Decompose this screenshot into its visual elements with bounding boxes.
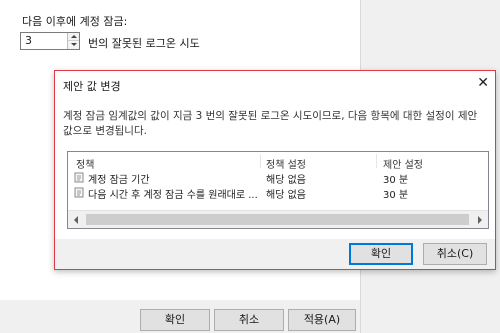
policy-setting: 해당 없음 — [266, 175, 306, 186]
suggested-setting: 30 분 — [383, 190, 409, 201]
lockout-threshold-stepper[interactable]: 3 — [20, 32, 80, 50]
scroll-right-icon[interactable] — [471, 211, 488, 228]
lockout-threshold-label: 다음 이후에 계정 잠금: — [22, 15, 128, 28]
dialog-ok-button[interactable]: 확인 — [349, 243, 413, 265]
ok-button[interactable]: 확인 — [140, 309, 210, 331]
policy-name: 계정 잠금 기간 — [88, 175, 150, 186]
list-item[interactable]: 계정 잠금 기간 해당 없음 30 분 — [68, 171, 488, 186]
list-item[interactable]: 다음 시간 후 계정 잠금 수를 원래대로 ... 해당 없음 30 분 — [68, 186, 488, 201]
column-divider[interactable] — [376, 154, 377, 168]
cancel-button[interactable]: 취소 — [214, 309, 284, 331]
stepper-suffix-label: 번의 잘못된 로그온 시도 — [88, 37, 200, 50]
dialog-body: 계정 잠금 임계값의 값이 지금 3 번의 잘못된 로그온 시도이므로, 다음 … — [55, 97, 495, 239]
policy-icon — [74, 172, 84, 183]
dialog-button-bar: 확인 취소(C) — [55, 239, 495, 269]
policy-list[interactable]: 정책 정책 설정 제안 설정 계정 잠금 기간 해당 없음 30 분 다음 시간… — [67, 151, 489, 229]
policy-name: 다음 시간 후 계정 잠금 수를 원래대로 ... — [88, 190, 258, 201]
spin-up-icon[interactable] — [68, 33, 79, 41]
dialog-title: 제안 값 변경 — [63, 80, 121, 93]
close-icon[interactable]: ✕ — [477, 75, 489, 91]
policy-icon — [74, 187, 84, 198]
property-button-bar: 확인 취소 적용(A) — [0, 300, 360, 333]
scroll-left-icon[interactable] — [68, 211, 85, 228]
suggested-setting: 30 분 — [383, 175, 409, 186]
policy-setting: 해당 없음 — [266, 190, 306, 201]
stepper-value[interactable]: 3 — [25, 34, 32, 47]
stepper-buttons — [67, 33, 79, 49]
dialog-message: 계정 잠금 임계값의 값이 지금 3 번의 잘못된 로그온 시도이므로, 다음 … — [63, 110, 478, 137]
column-header-policy-setting[interactable]: 정책 설정 — [266, 156, 306, 171]
column-header-suggested-setting[interactable]: 제안 설정 — [383, 156, 423, 171]
horizontal-scrollbar[interactable] — [68, 210, 488, 228]
scrollbar-thumb[interactable] — [86, 214, 469, 225]
column-divider[interactable] — [260, 154, 261, 168]
suggested-value-dialog: 제안 값 변경 ✕ 계정 잠금 임계값의 값이 지금 3 번의 잘못된 로그온 … — [54, 70, 496, 270]
dialog-cancel-button[interactable]: 취소(C) — [423, 243, 487, 265]
spin-down-icon[interactable] — [68, 41, 79, 49]
list-header: 정책 정책 설정 제안 설정 — [68, 152, 488, 171]
apply-button[interactable]: 적용(A) — [288, 309, 356, 331]
column-header-policy[interactable]: 정책 — [76, 156, 94, 171]
